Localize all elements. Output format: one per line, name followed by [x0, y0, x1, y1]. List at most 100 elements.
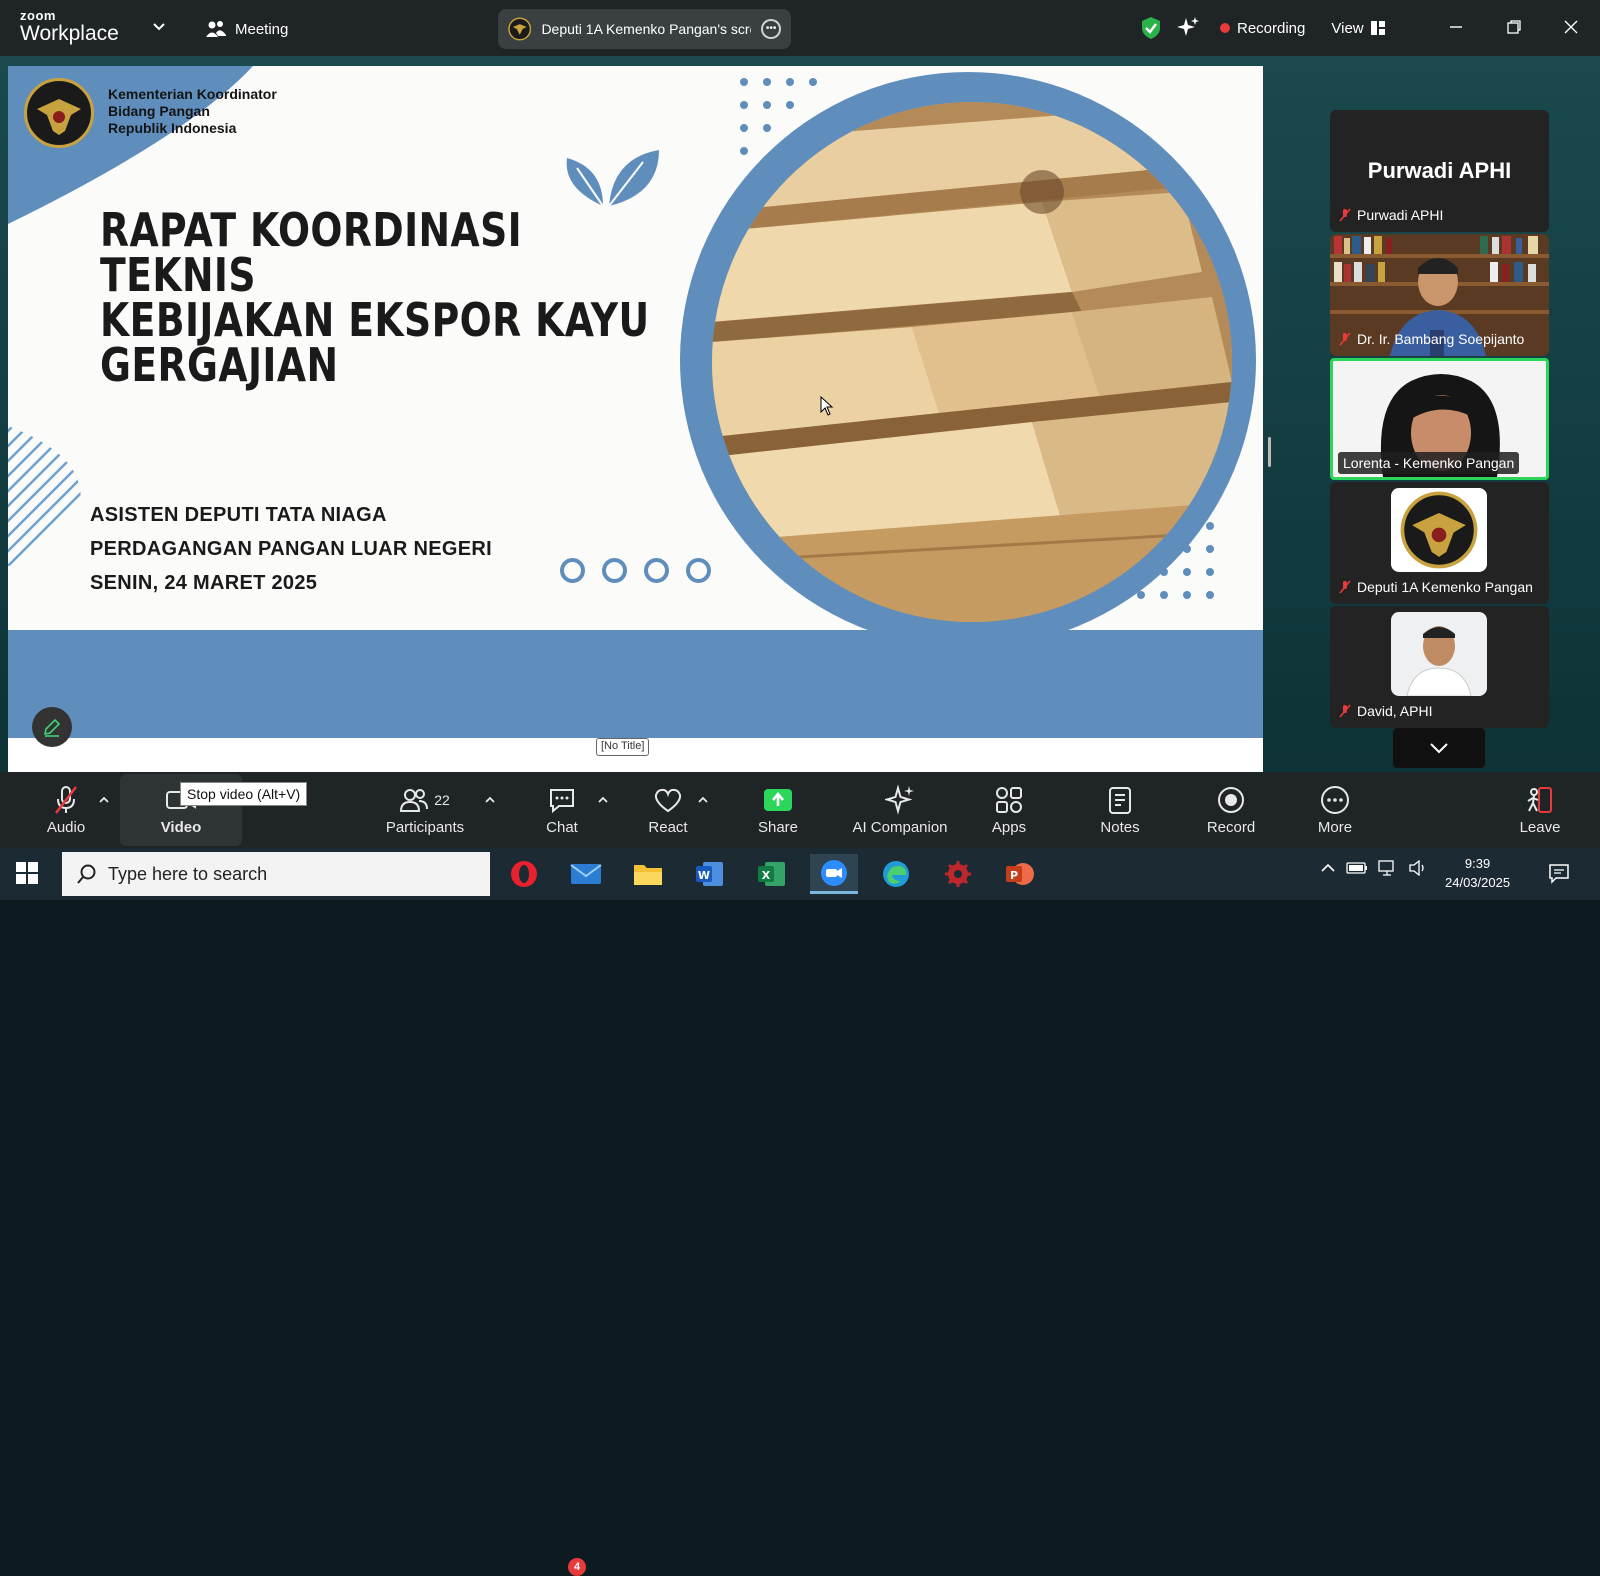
network-icon[interactable]: [1378, 860, 1398, 876]
dot: [1160, 591, 1168, 599]
svg-text:W: W: [698, 869, 710, 882]
participant-name: Purwadi APHI: [1357, 207, 1444, 223]
participants-button[interactable]: 22 Participants: [380, 772, 470, 848]
ai-sparkle-icon[interactable]: [1176, 16, 1200, 40]
clock-time: 9:39: [1464, 856, 1491, 871]
record-button[interactable]: Record: [1199, 772, 1263, 848]
panel-splitter[interactable]: [1268, 437, 1271, 467]
apps-button[interactable]: Apps: [978, 772, 1040, 848]
react-button[interactable]: React: [636, 772, 700, 848]
share-label: Share: [757, 818, 799, 836]
video-tile-active[interactable]: Lorenta - Kemenko Pangan: [1330, 358, 1549, 480]
leave-button[interactable]: Leave: [1508, 772, 1572, 848]
chat-icon: [550, 788, 574, 813]
lumber-photo: [712, 102, 1232, 622]
svg-text:X: X: [762, 869, 771, 882]
dot: [763, 78, 771, 86]
apps-label: Apps: [991, 818, 1027, 836]
title-line: RAPAT KOORDINASI TEKNIS: [100, 203, 523, 302]
more-label: More: [1317, 818, 1353, 836]
gallery-scroll-down-button[interactable]: [1393, 728, 1485, 768]
dot: [1137, 591, 1145, 599]
subtitle-line: SENIN, 24 MARET 2025: [90, 572, 318, 594]
video-tile[interactable]: David, APHI: [1330, 606, 1549, 728]
video-label: Video: [160, 818, 202, 836]
shared-screen[interactable]: Kementerian Koordinator Bidang Pangan Re…: [8, 66, 1263, 772]
folder-icon: [634, 865, 662, 885]
minimize-icon: [1450, 26, 1462, 28]
taskbar-edge[interactable]: [872, 854, 920, 894]
annotate-button[interactable]: [32, 707, 72, 747]
chevron-up-icon[interactable]: [1320, 862, 1336, 874]
restore-button[interactable]: [1494, 10, 1534, 44]
chevron-up-icon[interactable]: [697, 794, 709, 806]
taskbar-search[interactable]: Type here to search: [62, 852, 490, 896]
audio-button[interactable]: Audio: [40, 772, 92, 848]
garuda-emblem-icon: [24, 78, 94, 148]
more-options-icon[interactable]: •••: [761, 19, 781, 39]
svg-text:P: P: [1010, 869, 1018, 882]
search-placeholder: Type here to search: [108, 863, 268, 884]
taskbar-mail[interactable]: [562, 854, 610, 894]
view-label: View: [1331, 19, 1364, 37]
chevron-down-icon[interactable]: [152, 20, 166, 34]
avatar: [1391, 488, 1487, 572]
video-tile[interactable]: Deputi 1A Kemenko Pangan: [1330, 482, 1549, 604]
more-button[interactable]: More: [1303, 772, 1367, 848]
dot: [1160, 568, 1168, 576]
mic-muted-icon: [55, 785, 77, 814]
taskbar-powerpoint[interactable]: P: [996, 854, 1044, 894]
recording-indicator[interactable]: Recording: [1220, 20, 1305, 37]
notes-button[interactable]: Notes: [1088, 772, 1152, 848]
speaker-name: Purwadi APHI: [1367, 158, 1512, 183]
ring: [602, 558, 627, 583]
windows-taskbar: Type here to search W X P 9:39 24/03/202…: [0, 848, 1600, 900]
chevron-up-icon[interactable]: [484, 794, 496, 806]
security-shield-icon[interactable]: [1140, 16, 1162, 40]
chevron-up-icon[interactable]: [597, 794, 609, 806]
minimize-button[interactable]: [1436, 10, 1476, 44]
react-label: React: [648, 818, 688, 836]
chevron-up-icon[interactable]: [98, 794, 110, 806]
powerpoint-icon: P: [1006, 863, 1034, 885]
gear-app-icon: [945, 861, 971, 887]
share-screen-icon: [764, 788, 792, 811]
taskbar-zoom[interactable]: [810, 854, 858, 894]
screen-share-indicator[interactable]: Deputi 1A Kemenko Pangan's screen •••: [498, 9, 791, 49]
more-icon: [1321, 785, 1349, 814]
windows-start-icon[interactable]: [16, 862, 38, 884]
close-button[interactable]: [1551, 10, 1591, 44]
taskbar-excel[interactable]: X: [748, 854, 796, 894]
ai-companion-button[interactable]: AI Companion: [848, 772, 952, 848]
ring-decoration: [560, 558, 711, 583]
recording-dot-icon: [1220, 23, 1230, 33]
taskbar-clock[interactable]: 9:39 24/03/2025: [1445, 854, 1510, 892]
mic-muted-icon: [1339, 208, 1351, 222]
view-button[interactable]: View: [1331, 19, 1385, 37]
battery-icon[interactable]: [1346, 861, 1368, 875]
slide-bottom-band: [8, 630, 1263, 738]
zoom-window: zoom Workplace Meeting Deputi 1A Kemenko…: [0, 0, 1600, 1576]
stripes-decoration: [8, 426, 81, 566]
dot: [740, 78, 748, 86]
share-button[interactable]: Share: [746, 772, 810, 848]
volume-icon[interactable]: [1408, 860, 1428, 876]
title-line: GERGAJIAN: [100, 338, 339, 392]
participant-nameplate: Lorenta - Kemenko Pangan: [1338, 452, 1520, 474]
taskbar-word[interactable]: W: [686, 854, 734, 894]
video-tile-speaker[interactable]: Purwadi APHI Purwadi APHI: [1330, 110, 1549, 232]
chevron-down-icon: [1430, 743, 1448, 754]
zoom-workplace-logo[interactable]: zoom Workplace: [20, 9, 119, 44]
taskbar-app[interactable]: [934, 854, 982, 894]
chat-button[interactable]: Chat: [530, 772, 594, 848]
excel-icon: X: [758, 862, 785, 886]
dot: [1206, 591, 1214, 599]
taskbar-file-explorer[interactable]: [624, 854, 672, 894]
video-tile[interactable]: Dr. Ir. Bambang Soepijanto: [1330, 234, 1549, 356]
notifications-icon[interactable]: [1548, 862, 1570, 884]
meeting-button[interactable]: Meeting: [205, 18, 288, 40]
taskbar-opera[interactable]: [500, 854, 548, 894]
participant-name: Dr. Ir. Bambang Soepijanto: [1357, 331, 1525, 347]
dot: [740, 124, 748, 132]
record-label: Record: [1206, 818, 1256, 836]
